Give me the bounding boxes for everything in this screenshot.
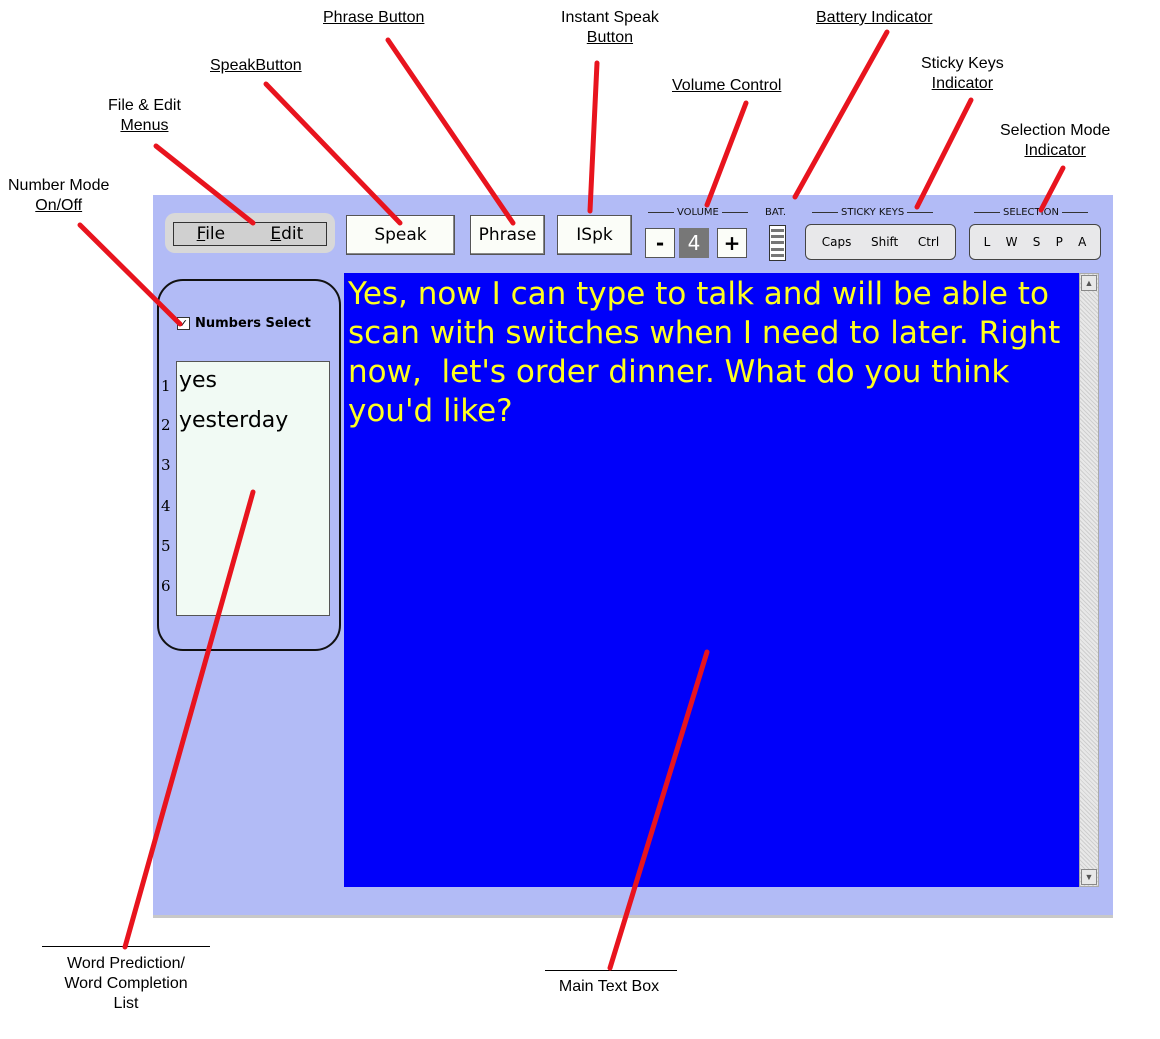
battery-label: BAT. (765, 207, 787, 218)
callout-number-mode-line2: On/Off (35, 197, 83, 214)
main-text-box[interactable]: Yes, now I can type to talk and will be … (344, 273, 1079, 887)
callout-file-edit-line2: Menus (120, 117, 169, 134)
menu-panel: File Edit (165, 213, 335, 253)
battery-segment (771, 229, 784, 233)
volume-up-button[interactable]: + (717, 228, 747, 258)
main-text-scrollbar[interactable]: ▲ ▼ (1079, 273, 1099, 887)
sticky-label-dash-right (907, 211, 934, 213)
selection-mode-indicator: L W S P A (969, 224, 1101, 260)
callout-main-text-box-rule (545, 970, 677, 971)
file-menu-accesskey: F (196, 224, 206, 244)
sticky-key-shift: Shift (870, 235, 899, 249)
sticky-label-dash-left (812, 211, 838, 213)
callout-word-prediction-rule (42, 946, 210, 947)
prediction-number-2: 2 (161, 416, 171, 434)
selection-mode-w: W (1005, 235, 1018, 249)
sticky-keys-indicator: Caps Shift Ctrl (805, 224, 956, 260)
sticky-keys-group-label: STICKY KEYS (809, 207, 936, 219)
prediction-number-1: 1 (161, 377, 171, 395)
selection-group-label: SELECTION (971, 207, 1091, 219)
selection-label: SELECTION (1003, 207, 1059, 218)
sticky-key-caps: Caps (821, 235, 852, 249)
file-menu-label: ile (205, 224, 226, 244)
callout-file-edit-line1: File & Edit (108, 97, 181, 114)
main-text: Yes, now I can type to talk and will be … (348, 276, 1071, 429)
volume-label-dash-left (648, 211, 674, 213)
volume-label-dash-right (721, 211, 748, 213)
callout-line-volume (704, 100, 749, 208)
battery-icon (769, 225, 786, 261)
numbers-select-toggle[interactable]: ✓ Numbers Select (177, 316, 311, 331)
sticky-key-ctrl: Ctrl (917, 235, 940, 249)
file-menu[interactable]: File (197, 224, 225, 244)
callout-volume-control: Volume Control (672, 77, 782, 94)
callout-selection-mode: Selection Mode Indicator (1000, 121, 1110, 161)
callout-number-mode-line1: Number Mode (8, 177, 110, 194)
prediction-number-6: 6 (161, 577, 171, 595)
app-window: File Edit Speak Phrase ISpk VOLUME - 4 +… (153, 195, 1113, 918)
callout-main-text-box-label: Main Text Box (558, 978, 660, 995)
callout-word-prediction-line3: List (113, 995, 139, 1012)
selection-mode-l: L (983, 235, 991, 249)
word-prediction-list: yes yesterday (176, 361, 330, 616)
speak-button[interactable]: Speak (346, 215, 455, 255)
prediction-number-5: 5 (161, 537, 171, 555)
volume-group-label: VOLUME (645, 207, 751, 219)
callout-selection-mode-line1: Selection Mode (1000, 122, 1111, 139)
callout-battery-indicator: Battery Indicator (816, 9, 933, 26)
volume-down-button[interactable]: - (645, 228, 675, 258)
callout-instant-speak: Instant Speak Button (561, 8, 659, 48)
phrase-button[interactable]: Phrase (470, 215, 545, 255)
prediction-word-2[interactable]: yesterday (179, 408, 288, 434)
scroll-up-arrow-icon[interactable]: ▲ (1081, 275, 1097, 291)
callout-line-sticky (914, 97, 974, 210)
callout-phrase-button: Phrase Button (323, 9, 425, 26)
callout-sticky-keys-line1: Sticky Keys (921, 55, 1004, 72)
battery-segment (771, 235, 784, 239)
callout-line-instant-speak (587, 60, 600, 214)
callout-sticky-keys: Sticky Keys Indicator (921, 54, 1004, 94)
battery-segment (771, 253, 784, 257)
battery-segment (771, 241, 784, 245)
callout-word-prediction-line1: Word Prediction/ (67, 955, 185, 972)
numbers-select-label: Numbers Select (195, 316, 311, 331)
scroll-down-arrow-icon[interactable]: ▼ (1081, 869, 1097, 885)
callout-number-mode: Number Mode On/Off (8, 176, 109, 216)
numbers-select-checkbox[interactable]: ✓ (177, 317, 190, 330)
callout-instant-speak-line2: Button (586, 29, 634, 46)
selection-mode-s: S (1032, 235, 1041, 249)
selection-label-dash-right (1061, 211, 1088, 213)
sticky-keys-label: STICKY KEYS (841, 207, 905, 218)
callout-speak-button: SpeakButton (210, 57, 302, 74)
callout-file-edit-menus: File & Edit Menus (108, 96, 181, 136)
callout-selection-mode-line2: Indicator (1024, 142, 1086, 159)
callout-main-text-box: Main Text Box (541, 970, 677, 997)
selection-mode-a: A (1078, 235, 1087, 249)
selection-mode-p: P (1055, 235, 1063, 249)
callout-line-battery (792, 29, 890, 200)
instant-speak-button[interactable]: ISpk (557, 215, 632, 255)
callout-word-prediction: Word Prediction/ Word Completion List (42, 946, 210, 1014)
volume-level: 4 (679, 228, 709, 258)
battery-segment (771, 247, 784, 251)
selection-label-dash-left (974, 211, 1000, 213)
edit-menu[interactable]: Edit (270, 224, 303, 244)
edit-menu-accesskey: E (270, 224, 282, 244)
prediction-number-3: 3 (161, 456, 171, 474)
edit-menu-label: dit (281, 224, 304, 244)
callout-instant-speak-line1: Instant Speak (561, 9, 659, 26)
menu-bar: File Edit (173, 222, 327, 246)
prediction-word-1[interactable]: yes (179, 368, 217, 394)
callout-word-prediction-line2: Word Completion (64, 975, 188, 992)
prediction-number-4: 4 (161, 497, 171, 515)
volume-label: VOLUME (677, 207, 719, 218)
callout-sticky-keys-line2: Indicator (931, 75, 994, 92)
